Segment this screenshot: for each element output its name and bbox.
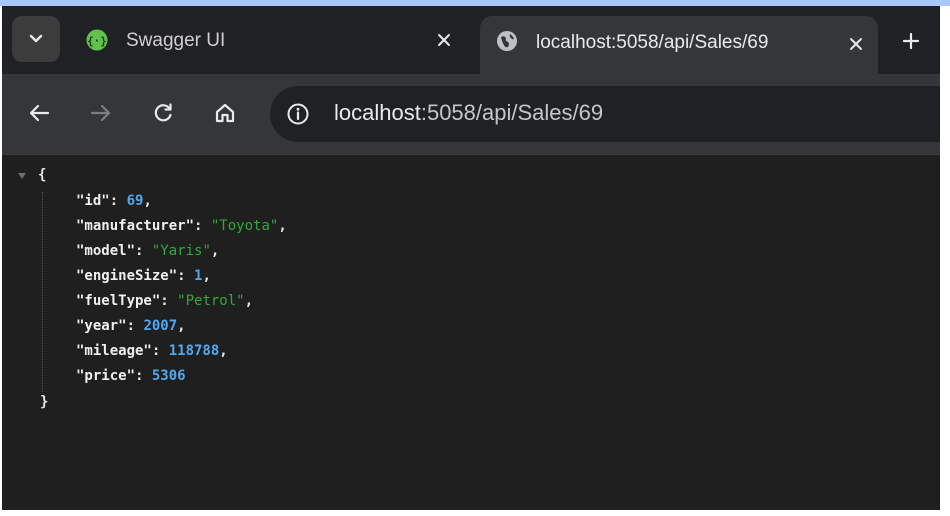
reload-icon: [154, 103, 172, 122]
tab-strip: {·} Swagger UI localhost:5058/api/Sales/…: [2, 6, 940, 74]
tab-title: Swagger UI: [126, 30, 226, 51]
json-field-price: "price": 5306: [76, 368, 186, 384]
reload-button[interactable]: [148, 98, 178, 128]
tab-close-button[interactable]: [844, 32, 868, 56]
json-field-fueltype: "fuelType": "Petrol",: [76, 293, 254, 309]
plus-icon: [902, 32, 920, 50]
tab-swagger-ui[interactable]: {·} Swagger UI: [68, 16, 468, 64]
arrow-left-icon: [29, 104, 50, 122]
back-button[interactable]: [24, 98, 54, 128]
chevron-down-icon: [29, 34, 43, 43]
collapse-toggle-icon[interactable]: [18, 173, 26, 179]
close-icon: [850, 38, 862, 50]
svg-text:{·}: {·}: [87, 35, 107, 48]
json-field-model: "model": "Yaris",: [76, 243, 220, 259]
indent-guide: [42, 192, 43, 392]
tab-search-button[interactable]: [12, 16, 60, 62]
json-field-id: "id": 69,: [76, 193, 152, 209]
tab-close-button[interactable]: [432, 28, 456, 52]
json-field-year: "year": 2007,: [76, 318, 186, 334]
home-button[interactable]: [210, 98, 240, 128]
info-icon[interactable]: [286, 102, 310, 126]
tab-active-sales[interactable]: localhost:5058/api/Sales/69: [480, 16, 878, 74]
address-url[interactable]: localhost:5058/api/Sales/69: [334, 100, 603, 126]
globe-icon: [497, 31, 517, 51]
home-icon: [215, 103, 235, 123]
json-field-mileage: "mileage": 118788,: [76, 343, 228, 359]
address-bar[interactable]: localhost:5058/api/Sales/69: [270, 86, 940, 142]
json-field-manufacturer: "manufacturer": "Toyota",: [76, 218, 287, 234]
json-field-enginesize: "engineSize": 1,: [76, 268, 211, 284]
json-close-brace: }: [40, 394, 49, 410]
swagger-icon: {·}: [86, 29, 108, 51]
json-open-brace: {: [38, 167, 47, 183]
tab-title: localhost:5058/api/Sales/69: [536, 32, 769, 53]
address-path: :5058/api/Sales/69: [420, 100, 604, 125]
json-viewer: { "id": 69, "manufacturer": "Toyota", "m…: [2, 155, 940, 510]
browser-window: {·} Swagger UI localhost:5058/api/Sales/…: [2, 6, 940, 510]
new-tab-button[interactable]: [898, 28, 924, 54]
browser-toolbar: localhost:5058/api/Sales/69: [2, 74, 940, 154]
close-icon: [438, 34, 450, 46]
forward-button[interactable]: [86, 98, 116, 128]
arrow-right-icon: [90, 104, 111, 122]
address-host: localhost: [334, 100, 421, 125]
